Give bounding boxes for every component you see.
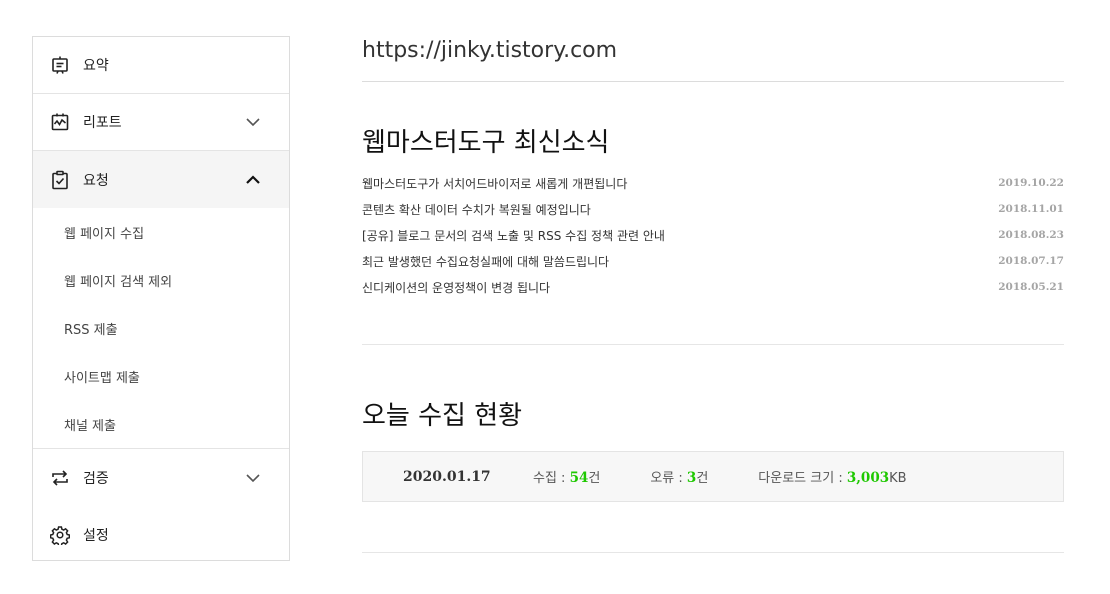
stat-error: 오류 : 3건 — [650, 467, 708, 486]
stat-download-label: 다운로드 크기 : — [758, 471, 847, 486]
stat-download: 다운로드 크기 : 3,003KB — [758, 467, 906, 486]
today-stats-box: 2020.01.17 수집 : 54건 오류 : 3건 다운로드 크기 : 3,… — [362, 451, 1064, 502]
gear-icon — [50, 525, 70, 545]
news-list: 웹마스터도구가 서치어드바이저로 새롭게 개편됩니다 2019.10.22 콘텐… — [362, 170, 1064, 300]
news-link[interactable]: [공유] 블로그 문서의 검색 노출 및 RSS 수집 정책 관련 안내 — [362, 227, 665, 244]
submenu-item-web-page-exclude[interactable]: 웹 페이지 검색 제외 — [33, 256, 289, 304]
sidebar-item-label: 리포트 — [83, 115, 122, 131]
stat-collect: 수집 : 54건 — [533, 467, 600, 486]
sidebar-item-summary[interactable]: 요약 — [33, 37, 289, 94]
news-date: 2018.08.23 — [998, 229, 1064, 241]
stat-download-unit: KB — [889, 471, 907, 486]
section-divider — [362, 344, 1064, 345]
news-link[interactable]: 최근 발생했던 수집요청실패에 대해 말씀드립니다 — [362, 253, 609, 270]
news-date: 2018.05.21 — [998, 281, 1064, 293]
submenu-item-rss-submit[interactable]: RSS 제출 — [33, 304, 289, 352]
stats-date: 2020.01.17 — [403, 468, 491, 485]
today-section-title: 오늘 수집 현황 — [362, 401, 523, 431]
site-url-title: https://jinky.tistory.com — [362, 36, 1064, 82]
sidebar-item-request[interactable]: 요청 — [33, 151, 289, 208]
submenu-item-sitemap-submit[interactable]: 사이트맵 제출 — [33, 352, 289, 400]
stat-collect-label: 수집 : — [533, 471, 570, 486]
stat-collect-unit: 건 — [588, 471, 601, 486]
sidebar-item-label: 요약 — [83, 58, 109, 74]
news-item: 콘텐츠 확산 데이터 수치가 복원될 예정입니다 2018.11.01 — [362, 196, 1064, 222]
news-item: 최근 발생했던 수집요청실패에 대해 말씀드립니다 2018.07.17 — [362, 248, 1064, 274]
chevron-down-icon[interactable] — [245, 114, 261, 130]
submenu-item-channel-submit[interactable]: 채널 제출 — [33, 400, 289, 448]
sidebar: 요약 리포트 요청 웹 페이지 수집 웹 페이지 검색 제외 RSS 제출 사이… — [32, 36, 290, 561]
news-link[interactable]: 콘텐츠 확산 데이터 수치가 복원될 예정입니다 — [362, 201, 591, 218]
news-section-title: 웹마스터도구 최신소식 — [362, 128, 610, 158]
stat-error-unit: 건 — [696, 471, 709, 486]
sidebar-item-verify[interactable]: 검증 — [33, 449, 289, 506]
news-item: [공유] 블로그 문서의 검색 노출 및 RSS 수집 정책 관련 안내 201… — [362, 222, 1064, 248]
news-date: 2018.11.01 — [998, 203, 1064, 215]
stat-collect-value: 54 — [569, 470, 589, 486]
stat-error-label: 오류 : — [650, 471, 687, 486]
stat-download-value: 3,003 — [846, 470, 890, 486]
chevron-up-icon[interactable] — [245, 172, 261, 188]
news-date: 2018.07.17 — [998, 255, 1064, 267]
news-item: 신디케이션의 운영정책이 변경 됩니다 2018.05.21 — [362, 274, 1064, 300]
section-divider — [362, 552, 1064, 553]
sidebar-item-label: 설정 — [83, 527, 109, 544]
sidebar-item-settings[interactable]: 설정 — [33, 506, 289, 563]
submenu-item-web-page-collect[interactable]: 웹 페이지 수집 — [33, 208, 289, 256]
report-icon — [50, 112, 70, 132]
chevron-down-icon[interactable] — [245, 470, 261, 486]
news-date: 2019.10.22 — [998, 177, 1064, 189]
news-link[interactable]: 신디케이션의 운영정책이 변경 됩니다 — [362, 279, 550, 296]
sidebar-item-report[interactable]: 리포트 — [33, 94, 289, 151]
request-submenu: 웹 페이지 수집 웹 페이지 검색 제외 RSS 제출 사이트맵 제출 채널 제… — [33, 208, 289, 449]
stat-error-value: 3 — [686, 470, 697, 486]
verify-icon — [50, 468, 70, 488]
summary-icon — [50, 55, 70, 75]
sidebar-item-label: 검증 — [83, 470, 109, 487]
request-icon — [50, 170, 70, 190]
main-content: https://jinky.tistory.com 웹마스터도구 최신소식 웹마… — [362, 36, 1064, 553]
news-link[interactable]: 웹마스터도구가 서치어드바이저로 새롭게 개편됩니다 — [362, 175, 627, 192]
news-item: 웹마스터도구가 서치어드바이저로 새롭게 개편됩니다 2019.10.22 — [362, 170, 1064, 196]
sidebar-item-label: 요청 — [83, 172, 109, 189]
